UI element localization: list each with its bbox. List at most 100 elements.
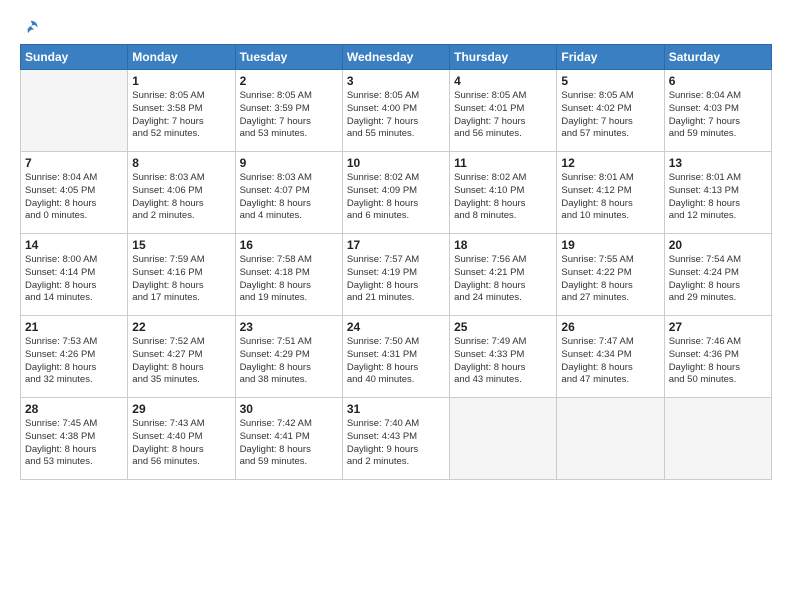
- day-number: 30: [240, 402, 338, 416]
- day-number: 3: [347, 74, 445, 88]
- day-info: Sunrise: 7:58 AMSunset: 4:18 PMDaylight:…: [240, 254, 338, 305]
- logo-bird-icon: [22, 18, 40, 36]
- calendar-cell: 21 Sunrise: 7:53 AMSunset: 4:26 PMDayligh…: [21, 316, 128, 398]
- week-row-1: 1 Sunrise: 8:05 AMSunset: 3:58 PMDaylight…: [21, 70, 772, 152]
- day-info: Sunrise: 7:56 AMSunset: 4:21 PMDaylight:…: [454, 254, 552, 305]
- day-number: 15: [132, 238, 230, 252]
- day-number: 12: [561, 156, 659, 170]
- day-info: Sunrise: 8:05 AMSunset: 4:02 PMDaylight:…: [561, 90, 659, 141]
- weekday-header-friday: Friday: [557, 45, 664, 70]
- day-info: Sunrise: 7:46 AMSunset: 4:36 PMDaylight:…: [669, 336, 767, 387]
- day-info: Sunrise: 7:42 AMSunset: 4:41 PMDaylight:…: [240, 418, 338, 469]
- week-row-4: 21 Sunrise: 7:53 AMSunset: 4:26 PMDayligh…: [21, 316, 772, 398]
- day-info: Sunrise: 7:45 AMSunset: 4:38 PMDaylight:…: [25, 418, 123, 469]
- day-number: 9: [240, 156, 338, 170]
- calendar-cell: 14 Sunrise: 8:00 AMSunset: 4:14 PMDayligh…: [21, 234, 128, 316]
- day-number: 17: [347, 238, 445, 252]
- calendar-cell: 26 Sunrise: 7:47 AMSunset: 4:34 PMDayligh…: [557, 316, 664, 398]
- calendar-cell: 4Sunrise: 8:05 AMSunset: 4:01 PMDaylight…: [450, 70, 557, 152]
- logo-text: [20, 18, 40, 36]
- calendar-cell: 17 Sunrise: 7:57 AMSunset: 4:19 PMDayligh…: [342, 234, 449, 316]
- calendar-cell: 22 Sunrise: 7:52 AMSunset: 4:27 PMDayligh…: [128, 316, 235, 398]
- weekday-header-monday: Monday: [128, 45, 235, 70]
- day-info: Sunrise: 7:55 AMSunset: 4:22 PMDaylight:…: [561, 254, 659, 305]
- day-number: 29: [132, 402, 230, 416]
- day-number: 16: [240, 238, 338, 252]
- header: [20, 18, 772, 36]
- week-row-2: 7 Sunrise: 8:04 AMSunset: 4:05 PMDaylight…: [21, 152, 772, 234]
- day-info: Sunrise: 7:49 AMSunset: 4:33 PMDaylight:…: [454, 336, 552, 387]
- logo: [20, 18, 40, 36]
- calendar-cell: 15 Sunrise: 7:59 AMSunset: 4:16 PMDayligh…: [128, 234, 235, 316]
- weekday-header-tuesday: Tuesday: [235, 45, 342, 70]
- weekday-header-sunday: Sunday: [21, 45, 128, 70]
- day-info: Sunrise: 7:53 AMSunset: 4:26 PMDaylight:…: [25, 336, 123, 387]
- calendar-cell: [664, 398, 771, 480]
- calendar-cell: 3 Sunrise: 8:05 AMSunset: 4:00 PMDaylight…: [342, 70, 449, 152]
- day-info: Sunrise: 8:01 AMSunset: 4:12 PMDaylight:…: [561, 172, 659, 223]
- day-info: Sunrise: 8:00 AMSunset: 4:14 PMDaylight:…: [25, 254, 123, 305]
- calendar-cell: 28 Sunrise: 7:45 AMSunset: 4:38 PMDayligh…: [21, 398, 128, 480]
- day-number: 6: [669, 74, 767, 88]
- day-info: Sunrise: 8:04 AMSunset: 4:05 PMDaylight:…: [25, 172, 123, 223]
- calendar-cell: [557, 398, 664, 480]
- day-info: Sunrise: 8:05 AMSunset: 4:00 PMDaylight:…: [347, 90, 445, 141]
- day-info: Sunrise: 8:03 AMSunset: 4:07 PMDaylight:…: [240, 172, 338, 223]
- day-number: 22: [132, 320, 230, 334]
- day-info: Sunrise: 7:50 AMSunset: 4:31 PMDaylight:…: [347, 336, 445, 387]
- day-number: 20: [669, 238, 767, 252]
- calendar-cell: 30 Sunrise: 7:42 AMSunset: 4:41 PMDayligh…: [235, 398, 342, 480]
- day-number: 21: [25, 320, 123, 334]
- calendar-cell: 18 Sunrise: 7:56 AMSunset: 4:21 PMDayligh…: [450, 234, 557, 316]
- calendar-cell: 24 Sunrise: 7:50 AMSunset: 4:31 PMDayligh…: [342, 316, 449, 398]
- day-number: 7: [25, 156, 123, 170]
- day-number: 24: [347, 320, 445, 334]
- day-info: Sunrise: 7:52 AMSunset: 4:27 PMDaylight:…: [132, 336, 230, 387]
- week-row-5: 28 Sunrise: 7:45 AMSunset: 4:38 PMDayligh…: [21, 398, 772, 480]
- weekday-header-wednesday: Wednesday: [342, 45, 449, 70]
- calendar-cell: 11 Sunrise: 8:02 AMSunset: 4:10 PMDayligh…: [450, 152, 557, 234]
- calendar-cell: 1 Sunrise: 8:05 AMSunset: 3:58 PMDaylight…: [128, 70, 235, 152]
- calendar-cell: [450, 398, 557, 480]
- day-number: 5: [561, 74, 659, 88]
- day-info: Sunrise: 7:59 AMSunset: 4:16 PMDaylight:…: [132, 254, 230, 305]
- day-number: 4: [454, 74, 552, 88]
- day-info: Sunrise: 7:54 AMSunset: 4:24 PMDaylight:…: [669, 254, 767, 305]
- day-number: 11: [454, 156, 552, 170]
- day-number: 13: [669, 156, 767, 170]
- calendar-cell: 16 Sunrise: 7:58 AMSunset: 4:18 PMDayligh…: [235, 234, 342, 316]
- calendar-cell: 23Sunrise: 7:51 AMSunset: 4:29 PMDayligh…: [235, 316, 342, 398]
- day-number: 1: [132, 74, 230, 88]
- calendar-cell: 8 Sunrise: 8:03 AMSunset: 4:06 PMDaylight…: [128, 152, 235, 234]
- day-number: 26: [561, 320, 659, 334]
- day-number: 10: [347, 156, 445, 170]
- day-number: 28: [25, 402, 123, 416]
- day-info: Sunrise: 7:47 AMSunset: 4:34 PMDaylight:…: [561, 336, 659, 387]
- weekday-header-row: SundayMondayTuesdayWednesdayThursdayFrid…: [21, 45, 772, 70]
- day-info: Sunrise: 8:03 AMSunset: 4:06 PMDaylight:…: [132, 172, 230, 223]
- week-row-3: 14 Sunrise: 8:00 AMSunset: 4:14 PMDayligh…: [21, 234, 772, 316]
- weekday-header-thursday: Thursday: [450, 45, 557, 70]
- calendar-cell: 27Sunrise: 7:46 AMSunset: 4:36 PMDayligh…: [664, 316, 771, 398]
- calendar-cell: 19Sunrise: 7:55 AMSunset: 4:22 PMDayligh…: [557, 234, 664, 316]
- day-info: Sunrise: 7:57 AMSunset: 4:19 PMDaylight:…: [347, 254, 445, 305]
- calendar-cell: 2Sunrise: 8:05 AMSunset: 3:59 PMDaylight…: [235, 70, 342, 152]
- day-number: 25: [454, 320, 552, 334]
- day-number: 18: [454, 238, 552, 252]
- calendar-cell: 31Sunrise: 7:40 AMSunset: 4:43 PMDayligh…: [342, 398, 449, 480]
- calendar-table: SundayMondayTuesdayWednesdayThursdayFrid…: [20, 44, 772, 480]
- calendar-page: SundayMondayTuesdayWednesdayThursdayFrid…: [0, 0, 792, 612]
- day-number: 31: [347, 402, 445, 416]
- calendar-cell: 25 Sunrise: 7:49 AMSunset: 4:33 PMDayligh…: [450, 316, 557, 398]
- calendar-cell: 12 Sunrise: 8:01 AMSunset: 4:12 PMDayligh…: [557, 152, 664, 234]
- day-info: Sunrise: 8:05 AMSunset: 3:58 PMDaylight:…: [132, 90, 230, 141]
- day-number: 2: [240, 74, 338, 88]
- day-number: 8: [132, 156, 230, 170]
- day-number: 14: [25, 238, 123, 252]
- day-info: Sunrise: 8:02 AMSunset: 4:10 PMDaylight:…: [454, 172, 552, 223]
- calendar-cell: 10Sunrise: 8:02 AMSunset: 4:09 PMDayligh…: [342, 152, 449, 234]
- calendar-cell: 9 Sunrise: 8:03 AMSunset: 4:07 PMDaylight…: [235, 152, 342, 234]
- day-info: Sunrise: 8:04 AMSunset: 4:03 PMDaylight:…: [669, 90, 767, 141]
- day-info: Sunrise: 8:01 AMSunset: 4:13 PMDaylight:…: [669, 172, 767, 223]
- calendar-cell: 29Sunrise: 7:43 AMSunset: 4:40 PMDayligh…: [128, 398, 235, 480]
